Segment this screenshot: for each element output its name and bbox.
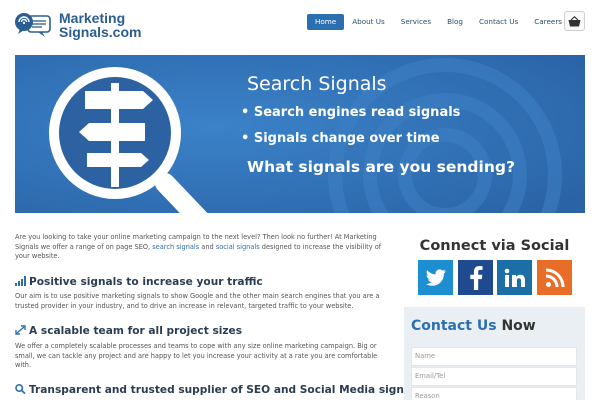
section-title: Positive signals to increase your traffi…: [29, 276, 263, 288]
logo-text: Marketing Signals.com: [59, 11, 141, 39]
contact-title-part-1: Contact Us: [411, 318, 497, 334]
logo-line-2: Signals.com: [59, 24, 142, 40]
intro-text: Are you looking to take your online mark…: [15, 233, 393, 262]
banner-question: What signals are you sending?: [247, 158, 515, 176]
logo-line-1: Marketing: [59, 10, 126, 26]
email-tel-field[interactable]: Email/Tel: [411, 367, 577, 386]
banner-bullet-1: • Search engines read signals: [241, 105, 461, 120]
bar-chart-icon: [15, 276, 26, 286]
section-heading-positive-signals: Positive signals to increase your traffi…: [15, 276, 263, 288]
main-nav: Home About Us Services Blog Contact Us C…: [307, 14, 570, 30]
linkedin-icon: [504, 268, 525, 287]
site-header: Marketing Signals.com Home About Us Serv…: [0, 0, 600, 48]
search-signals-link[interactable]: search signals: [152, 243, 199, 251]
twitter-icon: [425, 268, 446, 286]
nav-home[interactable]: Home: [307, 14, 345, 30]
nav-contact-us[interactable]: Contact Us: [471, 14, 526, 30]
nav-blog[interactable]: Blog: [439, 14, 471, 30]
basket-icon: [568, 15, 581, 26]
intro-and: and: [199, 242, 216, 251]
section-heading-transparent-supplier: Transparent and trusted supplier of SEO …: [15, 384, 421, 396]
section-text-positive-signals: Our aim is to use positive marketing sig…: [15, 292, 380, 310]
contact-title-part-2: Now: [496, 318, 536, 334]
section-title: Transparent and trusted supplier of SEO …: [29, 384, 422, 396]
contact-now-title: Contact Us Now: [411, 318, 536, 334]
social-signals-link[interactable]: social signals: [216, 243, 260, 251]
search-icon: [15, 384, 26, 394]
connect-social-title: Connect via Social: [419, 238, 570, 254]
rss-icon: [545, 268, 564, 287]
twitter-button[interactable]: [418, 260, 453, 295]
facebook-button[interactable]: [458, 260, 493, 295]
banner-bullet-2: • Signals change over time: [241, 131, 440, 146]
reason-field[interactable]: Reason: [411, 387, 577, 400]
cart-button[interactable]: [564, 11, 585, 31]
name-field[interactable]: Name: [411, 347, 577, 366]
linkedin-button[interactable]: [497, 260, 532, 295]
nav-about-us[interactable]: About Us: [344, 14, 393, 30]
nav-services[interactable]: Services: [393, 14, 439, 30]
rss-button[interactable]: [537, 260, 572, 295]
section-text-scalable-team: We offer a completely scalable processes…: [15, 342, 378, 370]
intro-paragraph: Are you looking to take your online mark…: [15, 233, 393, 262]
section-title: A scalable team for all project sizes: [29, 325, 243, 337]
banner-title: Search Signals: [247, 73, 387, 95]
section-heading-scalable-team: A scalable team for all project sizes: [15, 325, 242, 337]
chat-signal-logo-icon: [15, 13, 51, 37]
expand-arrows-icon: [15, 325, 26, 335]
site-logo[interactable]: Marketing Signals.com: [14, 10, 141, 42]
facebook-icon: [469, 265, 483, 290]
